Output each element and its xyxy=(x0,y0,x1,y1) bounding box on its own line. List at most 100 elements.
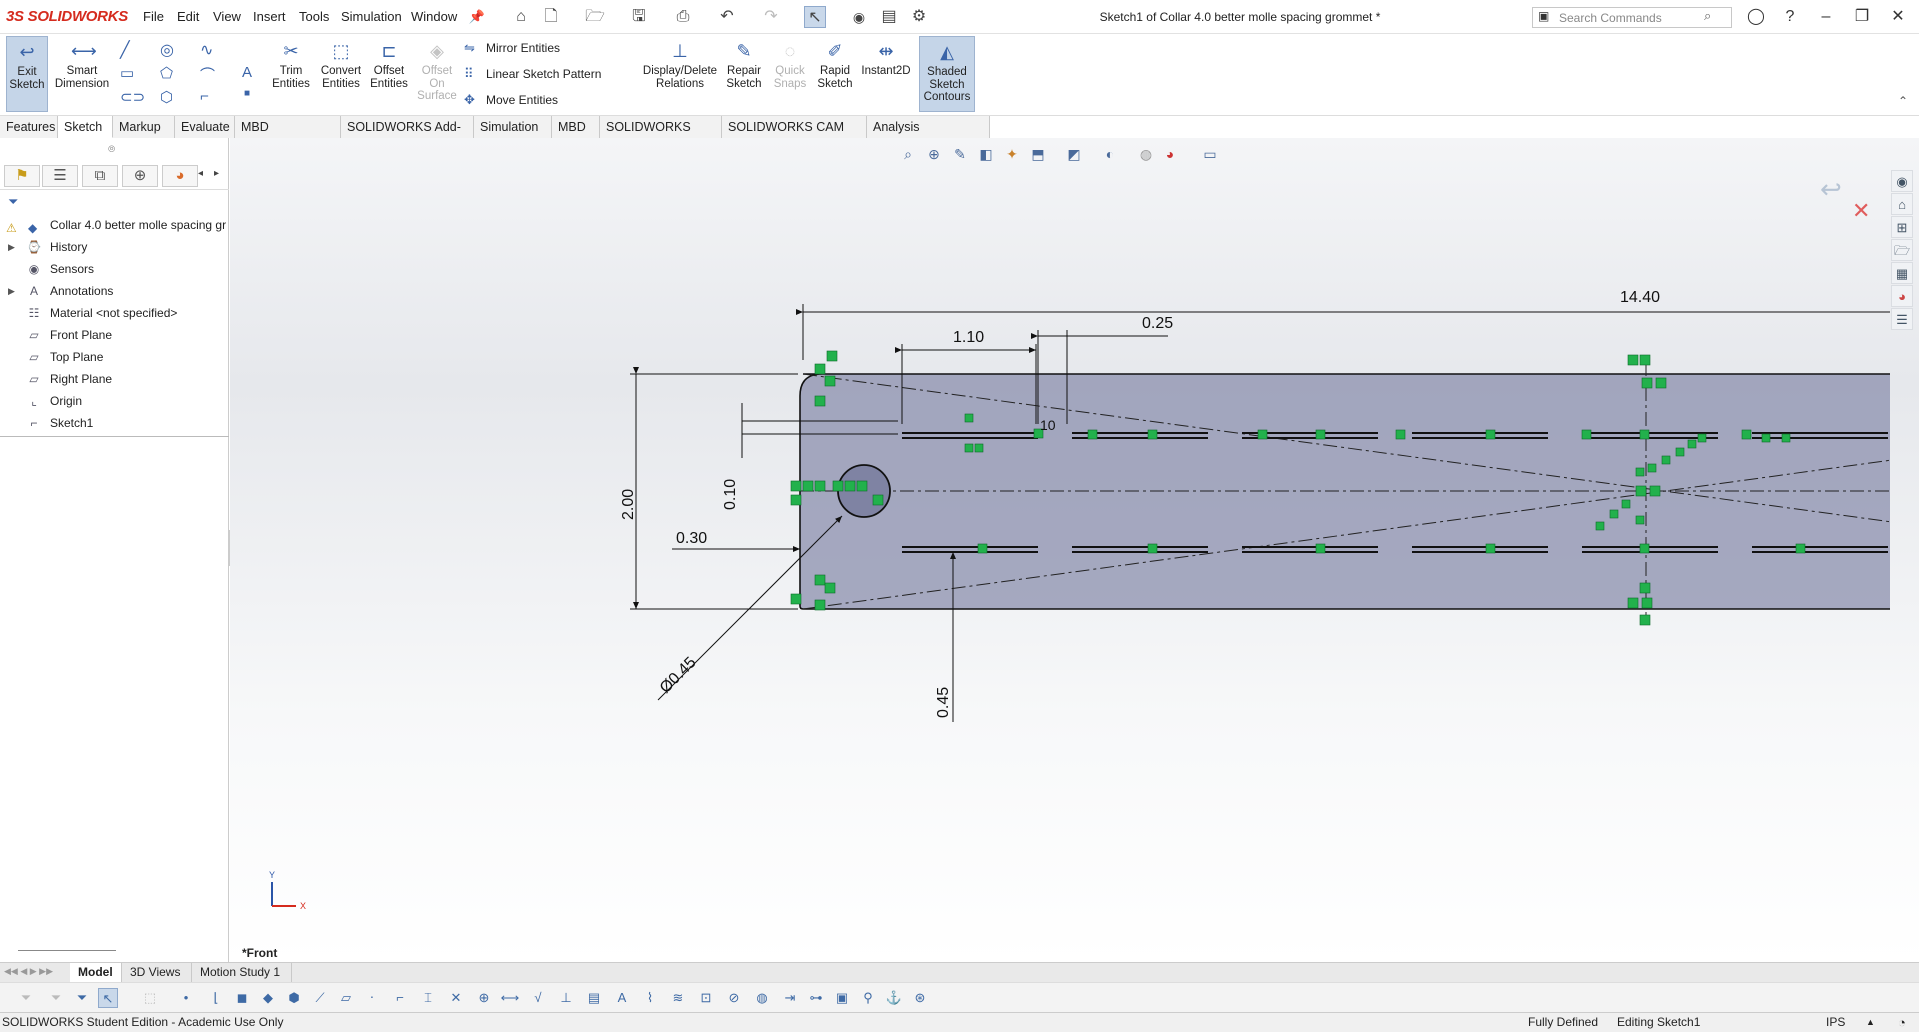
options-gear-icon[interactable]: ⚙ xyxy=(908,6,930,28)
filter-vertices-icon[interactable]: • xyxy=(176,988,196,1008)
tree-item-annotations[interactable]: ▶ A Annotations xyxy=(0,280,229,302)
filter-solid-icon[interactable]: ⬢ xyxy=(284,988,304,1008)
quick-snaps-button[interactable]: ◌ Quick Snaps xyxy=(770,36,810,112)
filter-icon[interactable]: ⏷ xyxy=(8,194,18,210)
filter-sketch-segments-icon[interactable]: ⌐ xyxy=(390,988,410,1008)
slot-tool-icon[interactable]: ⊂⊃ xyxy=(120,88,145,106)
filter-pointer-icon[interactable]: ↖ xyxy=(98,988,118,1008)
tab-mbd-dimensions[interactable]: MBD Dimensions xyxy=(235,116,341,156)
filter-center-of-mass-icon[interactable]: ⊛ xyxy=(910,988,930,1008)
filter-blocks-icon[interactable]: ⊡ xyxy=(696,988,716,1008)
filter-surface-finish-icon[interactable]: √ xyxy=(528,988,548,1008)
tab-scroll-left-icon[interactable]: ◂ xyxy=(198,168,203,179)
filter-magnet-icon[interactable]: ⚲ xyxy=(858,988,878,1008)
tree-item-material[interactable]: ☷ Material <not specified> xyxy=(0,302,229,324)
help-icon[interactable]: ? xyxy=(1776,6,1804,28)
dimension-height[interactable]: 2.00 xyxy=(620,489,637,520)
exit-sketch-button[interactable]: ↩ Exit Sketch xyxy=(6,36,48,112)
polygon-hex-tool-icon[interactable]: ⬡ xyxy=(160,88,173,106)
mirror-entities-button[interactable]: ⇋ Mirror Entities xyxy=(462,38,642,58)
custom-properties-icon[interactable]: ☰ xyxy=(1891,308,1913,330)
solidworks-resources-icon[interactable]: ◉ xyxy=(1891,170,1913,192)
feature-manager-tab-icon[interactable]: ⚑ xyxy=(4,165,40,187)
tab-scroll-right-icon[interactable]: ▸ xyxy=(214,168,219,179)
point-tool-icon[interactable]: ■ xyxy=(244,88,250,99)
filter-anchor-icon[interactable]: ⚓ xyxy=(884,988,904,1008)
filter-mates-icon[interactable]: ⊶ xyxy=(806,988,826,1008)
panel-splitter-handle[interactable]: ⦾ xyxy=(108,144,115,155)
filter-axes-icon[interactable]: ⟋ xyxy=(310,988,330,1008)
tree-item-sketch1[interactable]: ⌐ Sketch1 xyxy=(0,412,229,434)
appearances-icon[interactable]: ◕ xyxy=(1891,285,1913,307)
filter-center-marks-icon[interactable]: ✕ xyxy=(446,988,466,1008)
filter-datum-icon[interactable]: A xyxy=(612,988,632,1008)
filter-sketch-points-icon[interactable]: ⋅ xyxy=(362,988,382,1008)
display-manager-tab-icon[interactable]: ◕ xyxy=(162,165,198,187)
move-entities-button[interactable]: ✥ Move Entities xyxy=(462,90,642,110)
offset-entities-button[interactable]: ⊏ Offset Entities xyxy=(365,36,413,112)
tab-3d-views[interactable]: 3D Views xyxy=(122,963,192,983)
menu-tools[interactable]: Tools xyxy=(299,9,329,24)
graphics-area[interactable]: ⌕ ⊕ ✎ ◧ ✦ ⬒ ◩ ◐ ◍ ◕ ▭ ◫ ▣ – ❐ ✕ ↩ ✕ ◉ ⌂ … xyxy=(230,138,1919,962)
sketch-canvas[interactable]: 14.40 1.10 0.25 2.00 0.10 0.30 Ø0.45 0.4… xyxy=(230,138,1890,962)
filter-cosmetic-thread-icon[interactable]: ≋ xyxy=(668,988,688,1008)
dimension-slot-length[interactable]: 1.10 xyxy=(953,329,984,346)
rectangle-tool-icon[interactable]: ▭ xyxy=(120,64,134,82)
print-icon[interactable]: ⎙ xyxy=(672,6,694,28)
dimension-slot-gap[interactable]: 0.25 xyxy=(1142,315,1173,332)
arc-tool-icon[interactable]: ⌐ xyxy=(200,88,209,105)
open-folder-icon[interactable]: 🗁 xyxy=(584,6,606,28)
file-properties-icon[interactable]: ▤ xyxy=(878,6,900,28)
offset-on-surface-button[interactable]: ◈ Offset On Surface xyxy=(413,36,461,112)
dimension-hole-diameter[interactable]: Ø0.45 xyxy=(657,654,700,697)
filter-faces-icon[interactable]: ◼ xyxy=(232,988,252,1008)
shaded-sketch-contours-button[interactable]: ◭ Shaded Sketch Contours xyxy=(919,36,975,112)
dimension-overall-length[interactable]: 14.40 xyxy=(1620,289,1660,306)
filter-dimensions-icon[interactable]: ⟷ xyxy=(500,988,520,1008)
file-explorer-icon[interactable]: 🗁 xyxy=(1891,239,1913,261)
filter-connection-points-icon[interactable]: ◍ xyxy=(752,988,772,1008)
filter-routing-points-icon[interactable]: ⇥ xyxy=(780,988,800,1008)
sketch-text-icon[interactable]: A xyxy=(242,64,252,81)
smart-dimension-button[interactable]: ⟷ Smart Dimension xyxy=(52,36,112,112)
view-palette-icon[interactable]: ▦ xyxy=(1891,262,1913,284)
filter-planes-icon[interactable]: ▱ xyxy=(336,988,356,1008)
minimize-window-button[interactable]: – xyxy=(1812,6,1840,28)
tree-item-top-plane[interactable]: ▱ Top Plane xyxy=(0,346,229,368)
trim-entities-button[interactable]: ✂ Trim Entities xyxy=(266,36,316,112)
filter-disabled-icon[interactable]: ⬚ xyxy=(140,988,160,1008)
tab-solidworks-cam-tbm[interactable]: SOLIDWORKS CAM TBM xyxy=(722,116,867,156)
polygon-tool-icon[interactable]: ⬠ xyxy=(160,64,173,82)
tab-analysis-preparation[interactable]: Analysis Preparation xyxy=(867,116,990,156)
menu-file[interactable]: File xyxy=(143,9,164,24)
units-menu-arrow-icon[interactable]: ▲ xyxy=(1866,1013,1875,1032)
user-account-icon[interactable]: ◯ xyxy=(1742,6,1770,28)
linear-sketch-pattern-button[interactable]: ⠿ Linear Sketch Pattern xyxy=(462,64,642,84)
dimension-slot-offset[interactable]: 0.45 xyxy=(935,687,952,718)
repair-sketch-button[interactable]: ✎ Repair Sketch xyxy=(722,36,766,112)
filter-surfaces-icon[interactable]: ◆ xyxy=(258,988,278,1008)
tree-root-part[interactable]: ⚠ ◆ Collar 4.0 better molle spacing gr xyxy=(0,214,229,236)
menu-simulation[interactable]: Simulation xyxy=(341,9,402,24)
tab-markup[interactable]: Markup xyxy=(113,116,175,138)
tab-nav-arrows-icon[interactable]: ◀◀ ◀ ▶ ▶▶ xyxy=(4,966,53,977)
menu-window[interactable]: Window xyxy=(411,9,457,24)
home-icon[interactable]: ⌂ xyxy=(510,6,532,28)
redo-icon[interactable]: ↷ xyxy=(760,6,782,28)
tree-item-sensors[interactable]: ◉ Sensors xyxy=(0,258,229,280)
filter-dowel-pin-icon[interactable]: ⊘ xyxy=(724,988,744,1008)
panel-scrollbar[interactable] xyxy=(18,950,116,951)
close-window-button[interactable]: ✕ xyxy=(1884,6,1912,28)
dimension-hole-offset[interactable]: 0.30 xyxy=(676,530,707,547)
select-all-filter-icon[interactable]: ⏷ xyxy=(72,988,92,1008)
expand-arrow-icon[interactable]: ▶ xyxy=(8,280,15,302)
clear-filter-icon[interactable]: ⏷ xyxy=(46,988,66,1008)
status-units[interactable]: IPS xyxy=(1826,1013,1845,1032)
tab-solidworks-addins[interactable]: SOLIDWORKS Add-Ins xyxy=(341,116,474,156)
circle-tool-icon[interactable]: ◎ xyxy=(160,40,174,60)
spline-tool-icon[interactable]: ∿ xyxy=(200,40,213,60)
fillet-tool-icon[interactable]: ⌒ xyxy=(200,64,215,85)
property-manager-tab-icon[interactable]: ☰ xyxy=(42,165,78,187)
filter-weld-icon[interactable]: ⌇ xyxy=(640,988,660,1008)
design-library-icon[interactable]: ⊞ xyxy=(1891,216,1913,238)
